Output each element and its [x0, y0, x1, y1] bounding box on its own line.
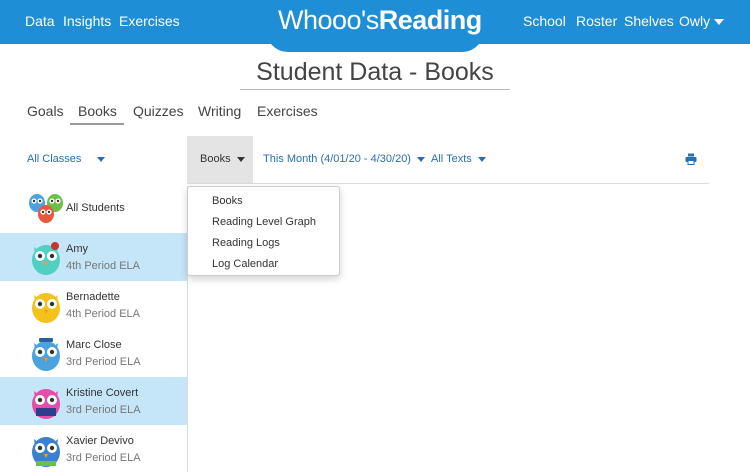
nav-insights-link[interactable]: Insights — [63, 13, 111, 29]
student-class: 3rd Period ELA — [66, 452, 141, 464]
period-filter-label: This Month (4/01/20 - 4/30/20) — [263, 153, 411, 165]
view-dropdown-menu: Books Reading Level Graph Reading Logs L… — [187, 186, 340, 276]
tab-quizzes[interactable]: Quizzes — [133, 103, 184, 119]
chevron-down-icon — [416, 156, 425, 162]
owl-avatar-icon — [32, 437, 60, 467]
nav-school-link[interactable]: School — [523, 13, 566, 29]
tab-books[interactable]: Books — [78, 103, 117, 119]
period-filter-dropdown[interactable]: This Month (4/01/20 - 4/30/20) — [263, 153, 425, 165]
chevron-down-icon — [714, 19, 725, 26]
brand-logo[interactable]: Whooo'sReading — [278, 5, 482, 39]
student-list: All Students Amy 4th Period ELA Bernadet… — [0, 186, 188, 472]
nav-roster-link[interactable]: Roster — [576, 13, 617, 29]
chevron-down-icon — [477, 156, 486, 162]
student-row-xavier-devivo[interactable]: Xavier Devivo 3rd Period ELA — [0, 425, 187, 472]
all-students-item[interactable]: All Students — [0, 186, 187, 230]
all-students-label: All Students — [66, 202, 125, 214]
tab-goals[interactable]: Goals — [27, 103, 64, 119]
nav-shelves-link[interactable]: Shelves — [624, 13, 674, 29]
student-class: 3rd Period ELA — [66, 356, 141, 368]
class-filter-label: All Classes — [27, 153, 82, 165]
page-title: Student Data - Books — [240, 58, 510, 90]
student-class: 4th Period ELA — [66, 308, 140, 320]
nav-exercises-link[interactable]: Exercises — [119, 13, 180, 29]
logo-text-part2: Reading — [378, 5, 483, 35]
nav-data-link[interactable]: Data — [25, 13, 55, 29]
menu-item-books[interactable]: Books — [212, 195, 243, 207]
owl-group-icon — [29, 194, 63, 223]
student-class: 4th Period ELA — [66, 260, 140, 272]
owl-avatar-icon — [32, 293, 60, 323]
view-filter-label: Books — [200, 153, 231, 165]
user-menu[interactable]: Owly — [679, 13, 725, 29]
chevron-down-icon — [236, 156, 245, 162]
tab-exercises[interactable]: Exercises — [257, 103, 318, 119]
filter-divider — [187, 183, 709, 184]
student-row-kristine-covert[interactable]: Kristine Covert 3rd Period ELA — [0, 377, 187, 425]
owl-avatar-icon — [32, 389, 60, 419]
student-name: Amy — [66, 243, 88, 255]
print-icon[interactable] — [685, 153, 697, 165]
student-name: Bernadette — [66, 291, 120, 303]
view-filter-dropdown[interactable]: Books — [200, 153, 245, 165]
student-row-marc-close[interactable]: Marc Close 3rd Period ELA — [0, 329, 187, 377]
student-row-bernadette[interactable]: Bernadette 4th Period ELA — [0, 281, 187, 329]
texts-filter-label: All Texts — [431, 153, 472, 165]
owl-avatar-icon — [32, 242, 60, 275]
student-name: Marc Close — [66, 339, 122, 351]
menu-item-reading-level-graph[interactable]: Reading Level Graph — [212, 216, 316, 228]
student-name: Xavier Devivo — [66, 435, 134, 447]
menu-item-log-calendar[interactable]: Log Calendar — [212, 258, 278, 270]
student-name: Kristine Covert — [66, 387, 139, 399]
student-row-amy[interactable]: Amy 4th Period ELA — [0, 233, 187, 281]
menu-item-reading-logs[interactable]: Reading Logs — [212, 237, 280, 249]
tab-writing[interactable]: Writing — [198, 103, 241, 119]
active-tab-indicator — [70, 123, 124, 125]
user-name: Owly — [679, 13, 711, 29]
class-filter-dropdown[interactable]: All Classes — [27, 153, 106, 165]
texts-filter-dropdown[interactable]: All Texts — [431, 153, 486, 165]
owl-avatar-icon — [32, 338, 60, 371]
chevron-down-icon — [97, 156, 106, 162]
logo-text-part1: Whooo's — [278, 5, 379, 35]
student-class: 3rd Period ELA — [66, 404, 141, 416]
